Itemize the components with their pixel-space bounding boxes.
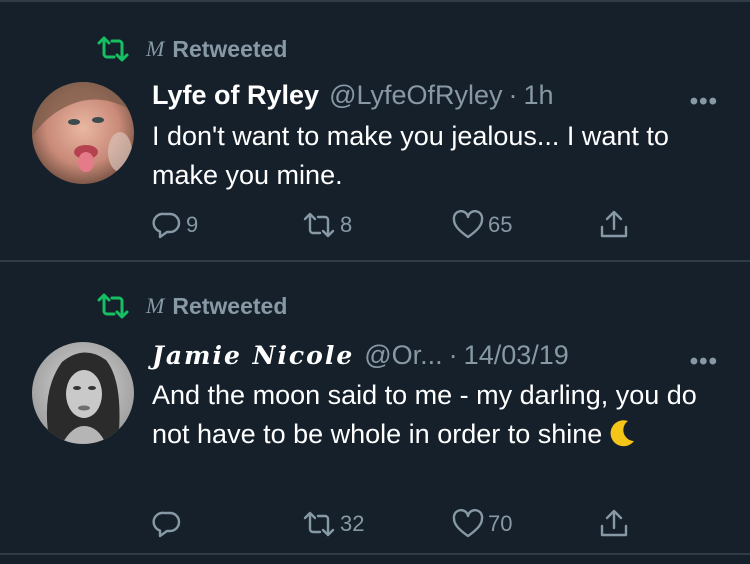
tweet-time[interactable]: 1h (524, 80, 554, 111)
retweet-button[interactable]: 8 (302, 208, 352, 242)
like-count: 65 (488, 212, 513, 237)
retweet-icon (303, 511, 335, 537)
reply-button[interactable]: 9 (152, 208, 198, 242)
reply-icon (152, 511, 181, 538)
crescent-moon-icon (610, 420, 635, 447)
avatar[interactable] (32, 342, 134, 444)
author-handle[interactable]: @LyfeOfRyley (329, 80, 502, 111)
retweet-icon (303, 212, 335, 238)
heart-icon (452, 509, 484, 538)
tweet-header: Lyfe of Ryley @LyfeOfRyley · 1h (152, 80, 554, 111)
tweet-header: Jamie Nicole @Or... · 14/03/19 (152, 340, 569, 371)
bottom-divider (0, 553, 750, 555)
share-button[interactable] (598, 208, 630, 242)
reply-count: 9 (186, 212, 199, 237)
retweet-icon (97, 293, 129, 319)
like-count: 70 (488, 511, 513, 536)
tweet[interactable]: M Retweeted Jamie Nicole @Or... · 14/03/… (0, 262, 750, 552)
retweeted-label: Retweeted (172, 35, 288, 62)
retweet-count: 32 (340, 511, 365, 536)
like-button[interactable]: 65 (452, 208, 512, 242)
more-options-icon[interactable]: ••• (690, 88, 718, 116)
tweet-actions: 32 70 (152, 507, 652, 541)
tweet[interactable]: M Retweeted Lyfe of Ryley @LyfeOfRyley ·… (0, 2, 750, 260)
like-button[interactable]: 70 (452, 507, 512, 541)
author-name[interactable]: Jamie Nicole (152, 341, 354, 370)
tweet-text: I don't want to make you jealous... I wa… (152, 121, 669, 190)
retweet-icon (97, 36, 129, 62)
meta-separator: · (448, 340, 458, 370)
retweeter-name[interactable]: M (146, 36, 164, 62)
share-button[interactable] (598, 507, 630, 541)
author-name[interactable]: Lyfe of Ryley (152, 80, 319, 111)
meta-separator: · (508, 80, 518, 110)
reply-button[interactable] (152, 507, 186, 541)
retweet-count: 8 (340, 212, 353, 237)
tweet-text: And the moon said to me - my darling, yo… (152, 376, 722, 454)
share-icon (600, 509, 628, 537)
reply-icon (152, 212, 181, 239)
retweeted-indicator: M Retweeted (96, 289, 287, 323)
retweeter-name[interactable]: M (146, 293, 164, 319)
tweet-time[interactable]: 14/03/19 (464, 340, 569, 371)
author-handle[interactable]: @Or... (364, 340, 442, 371)
heart-icon (452, 210, 484, 239)
retweet-button[interactable]: 32 (302, 507, 364, 541)
retweeted-indicator: M Retweeted (96, 32, 287, 66)
more-options-icon[interactable]: ••• (690, 348, 718, 376)
avatar[interactable] (32, 82, 134, 184)
tweet-actions: 9 8 65 (152, 208, 652, 242)
share-icon (600, 210, 628, 238)
retweeted-label: Retweeted (172, 292, 288, 319)
